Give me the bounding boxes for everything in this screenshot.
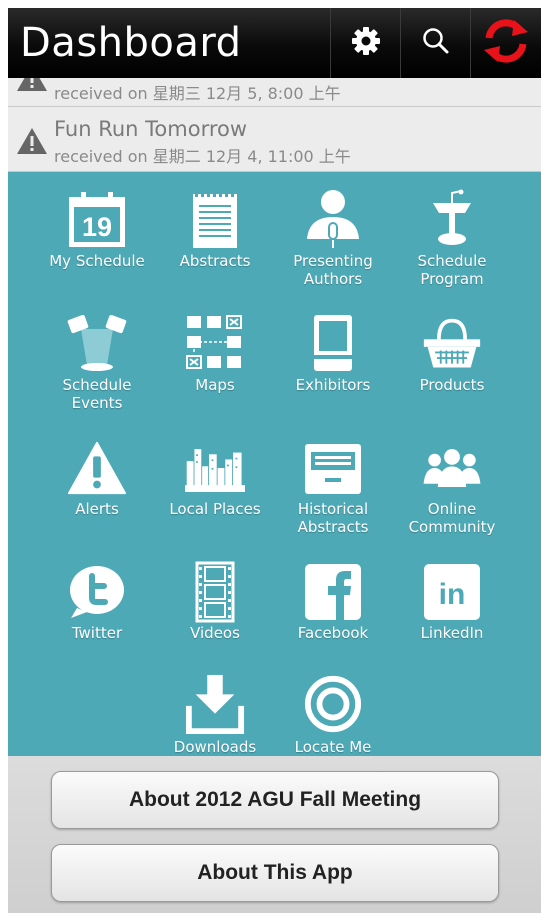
app-frame: Dashboard received on 星期三 12月 5, 8:00 上午… — [8, 8, 541, 913]
refresh-icon — [481, 16, 531, 71]
warning-icon — [16, 78, 48, 97]
about-app-button[interactable]: About This App — [51, 844, 499, 902]
twitter-icon — [67, 562, 127, 622]
tile-label: LinkedIn — [420, 624, 484, 642]
svg-text:in: in — [439, 578, 466, 611]
calendar-day: 19 — [82, 212, 112, 242]
tile-label: Abstracts — [179, 252, 251, 270]
tile-linkedin[interactable]: in LinkedIn — [393, 544, 511, 668]
tile-historical-abstracts[interactable]: Historical Abstracts — [274, 420, 392, 544]
alert-icon — [67, 438, 127, 498]
spotlight-icon — [67, 314, 127, 374]
tile-presenting-authors[interactable]: Presenting Authors — [274, 172, 392, 296]
linkedin-icon: in — [422, 562, 482, 622]
gear-icon — [349, 24, 383, 63]
search-button[interactable] — [400, 8, 471, 78]
tile-videos[interactable]: Videos — [156, 544, 274, 668]
notification-item[interactable]: received on 星期三 12月 5, 8:00 上午 — [8, 78, 541, 107]
tile-facebook[interactable]: Facebook — [274, 544, 392, 668]
tile-label: Downloads — [173, 738, 257, 756]
tile-online-community[interactable]: Online Community — [393, 420, 511, 544]
facebook-icon — [303, 562, 363, 622]
notification-item[interactable]: Fun Run Tomorrow received on 星期二 12月 4, … — [8, 107, 541, 172]
notification-title: Fun Run Tomorrow — [54, 117, 248, 141]
map-grid-icon — [185, 314, 245, 374]
archive-icon — [303, 438, 363, 498]
bottom-panel: About 2012 AGU Fall Meeting About This A… — [8, 756, 541, 913]
tile-label: Facebook — [297, 624, 369, 642]
tile-schedule-program[interactable]: Schedule Program — [393, 172, 511, 296]
search-icon — [420, 25, 452, 62]
tile-label: Schedule Events — [62, 376, 132, 412]
tile-label: Twitter — [71, 624, 123, 642]
download-icon — [185, 674, 245, 734]
booth-icon — [303, 314, 363, 374]
tile-label: Online Community — [408, 500, 496, 536]
film-icon — [185, 561, 245, 623]
tile-label: Historical Abstracts — [297, 500, 369, 536]
warning-icon — [16, 127, 48, 160]
settings-button[interactable] — [330, 8, 401, 78]
tile-label: Local Places — [169, 500, 261, 518]
tile-label: Locate Me — [294, 738, 372, 756]
tile-abstracts[interactable]: Abstracts — [156, 172, 274, 296]
header-bar: Dashboard — [8, 8, 541, 78]
presenter-icon — [303, 190, 363, 250]
tile-exhibitors[interactable]: Exhibitors — [274, 296, 392, 420]
refresh-button[interactable] — [470, 8, 541, 78]
tile-label: Alerts — [75, 500, 119, 518]
tile-label: Schedule Program — [417, 252, 487, 288]
basket-icon — [422, 314, 482, 374]
tile-maps[interactable]: Maps — [156, 296, 274, 420]
tile-alerts[interactable]: Alerts — [38, 420, 156, 544]
tile-schedule-events[interactable]: Schedule Events — [38, 296, 156, 420]
dashboard-grid: 19 My Schedule Abstracts Presenting Auth… — [8, 172, 541, 756]
tile-products[interactable]: Products — [393, 296, 511, 420]
city-icon — [185, 438, 245, 498]
notification-received: received on 星期三 12月 5, 8:00 上午 — [54, 84, 341, 103]
page-title: Dashboard — [20, 20, 242, 66]
tile-label: Videos — [190, 624, 240, 642]
tile-label: Exhibitors — [295, 376, 371, 394]
notification-received: received on 星期二 12月 4, 11:00 上午 — [54, 147, 351, 166]
about-meeting-button[interactable]: About 2012 AGU Fall Meeting — [51, 771, 499, 829]
tile-twitter[interactable]: Twitter — [38, 544, 156, 668]
tile-local-places[interactable]: Local Places — [156, 420, 274, 544]
calendar-icon: 19 — [67, 190, 127, 250]
tile-label: Presenting Authors — [293, 252, 373, 288]
podium-icon — [422, 189, 482, 250]
tile-my-schedule[interactable]: 19 My Schedule — [38, 172, 156, 296]
tile-label: Maps — [195, 376, 235, 394]
target-icon — [303, 674, 363, 734]
document-icon — [185, 190, 245, 250]
people-icon — [422, 438, 482, 498]
tile-label: Products — [419, 376, 485, 394]
tile-label: My Schedule — [49, 252, 145, 270]
